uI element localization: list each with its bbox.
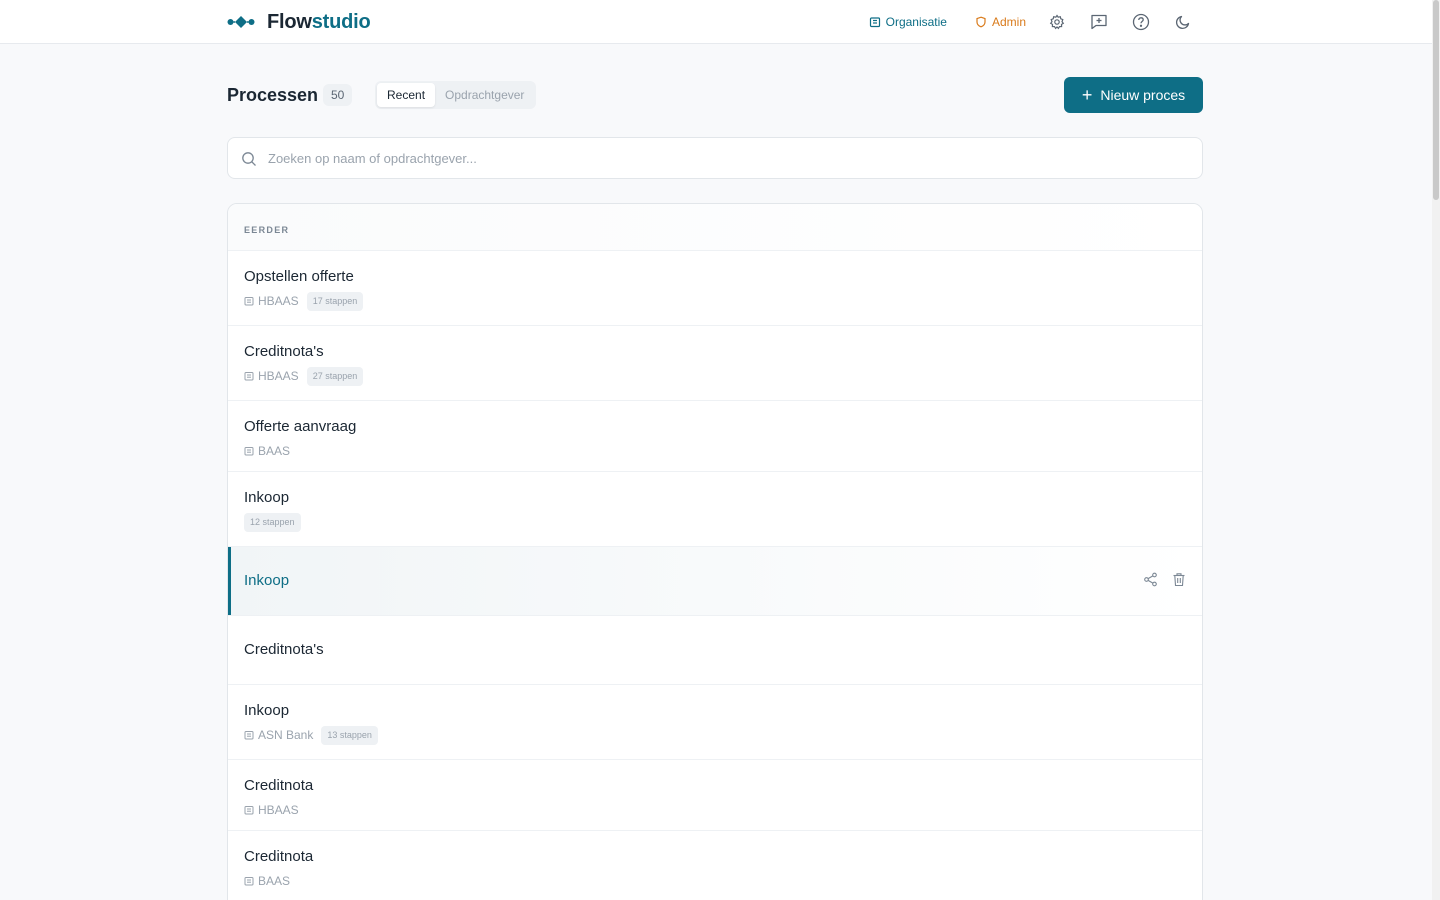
building-icon [244,372,254,381]
top-nav: Organisatie Admin [869,0,1194,44]
building-icon [869,17,880,28]
process-meta: HBAAS 17 stappen [244,291,364,311]
list-item[interactable]: Creditnota HBAAS [228,760,1202,831]
process-meta: BAAS [244,441,298,461]
feedback-button[interactable] [1088,11,1110,33]
client-name: HBAAS [258,803,299,817]
top-bar: Flowstudio Organisatie Admin [0,0,1432,44]
help-icon [1132,13,1150,31]
list-item[interactable]: Creditnota's HBAAS 27 stappen [228,326,1202,401]
client-name: HBAAS [258,369,299,383]
nav-organisatie-label: Organisatie [885,15,947,29]
client-label: BAAS [244,874,290,888]
shield-icon [976,16,986,28]
process-title: Creditnota's [244,343,324,360]
client-name: HBAAS [258,294,299,308]
list-item[interactable]: Offerte aanvraag BAAS [228,401,1202,472]
steps-badge: 12 stappen [244,512,301,532]
client-label: HBAAS [244,369,299,383]
tab-recent[interactable]: Recent [377,83,436,107]
scrollbar-thumb[interactable] [1433,0,1439,200]
list-item-selected[interactable]: Inkoop [228,547,1202,616]
client-label: HBAAS [244,294,299,308]
trash-icon [1173,573,1185,587]
plus-icon: + [1081,85,1093,105]
share-button[interactable] [1143,572,1158,587]
search-icon [242,152,256,166]
client-name: ASN Bank [258,728,314,742]
list-item[interactable]: Inkoop 12 stappen [228,472,1202,547]
delete-button[interactable] [1172,572,1186,587]
process-title: Offerte aanvraag [244,418,357,435]
help-button[interactable] [1130,11,1152,33]
process-title: Inkoop [244,489,290,506]
client-name: BAAS [258,874,291,888]
nav-admin-label: Admin [991,15,1026,29]
steps-badge: 27 stappen [306,366,364,386]
client-label: HBAAS [244,803,299,817]
settings-icon [1049,14,1065,30]
building-icon [244,297,254,306]
brand-name-part2: studio [311,10,371,33]
process-title: Creditnota [244,848,314,865]
process-meta: HBAAS [244,800,307,820]
logo-icon [227,16,255,28]
client-label: BAAS [244,444,290,458]
nav-organisatie[interactable]: Organisatie [869,15,947,29]
building-icon [244,806,254,815]
new-process-button[interactable]: + Nieuw proces [1064,77,1203,113]
share-icon [1144,572,1157,587]
process-title: Inkoop [244,702,290,719]
process-meta: HBAAS 27 stappen [244,366,364,386]
list-item[interactable]: Creditnota BAAS [228,831,1202,900]
tab-opdrachtgever[interactable]: Opdrachtgever [435,83,534,107]
dark-mode-icon [1175,15,1190,30]
brand-name-part1: Flow [267,10,312,33]
list-item[interactable]: Opstellen offerte HBAAS 17 stappen [228,251,1202,326]
list-item[interactable]: Creditnota's [228,616,1202,685]
process-meta: BAAS [244,871,298,891]
section-label: EERDER [228,204,1202,251]
list-item[interactable]: Inkoop ASN Bank 13 stappen [228,685,1202,760]
row-actions [1129,572,1186,587]
search-input[interactable] [268,138,1188,178]
building-icon [244,877,254,886]
nav-admin[interactable]: Admin [975,15,1026,29]
process-meta: 12 stappen [244,512,301,532]
process-count-badge: 50 [323,84,353,106]
process-meta: ASN Bank 13 stappen [244,725,378,745]
process-title: Creditnota [244,777,314,794]
steps-badge: 13 stappen [321,725,378,745]
filter-tabs: Recent Opdrachtgever [375,81,537,109]
process-list: EERDER Opstellen offerte HBAAS 17 stappe… [227,203,1203,900]
search-box [227,137,1203,179]
building-icon [244,731,254,740]
client-name: BAAS [258,444,291,458]
building-icon [244,447,254,456]
feedback-icon [1091,14,1107,30]
brand-name: Flowstudio [267,11,371,34]
page-scrollbar[interactable] [1432,0,1440,900]
theme-toggle-button[interactable] [1172,11,1194,33]
client-label: ASN Bank [244,728,313,742]
steps-badge: 17 stappen [306,291,364,311]
page-title: Processen [227,85,319,105]
process-title: Creditnota's [244,641,324,658]
logo[interactable]: Flowstudio [227,10,371,34]
settings-button[interactable] [1046,11,1068,33]
new-process-label: Nieuw proces [1100,87,1186,103]
page-heading-row: Processen 50 Recent Opdrachtgever + Nieu… [227,77,1203,113]
process-title: Inkoop [244,572,290,589]
process-title: Opstellen offerte [244,268,354,285]
